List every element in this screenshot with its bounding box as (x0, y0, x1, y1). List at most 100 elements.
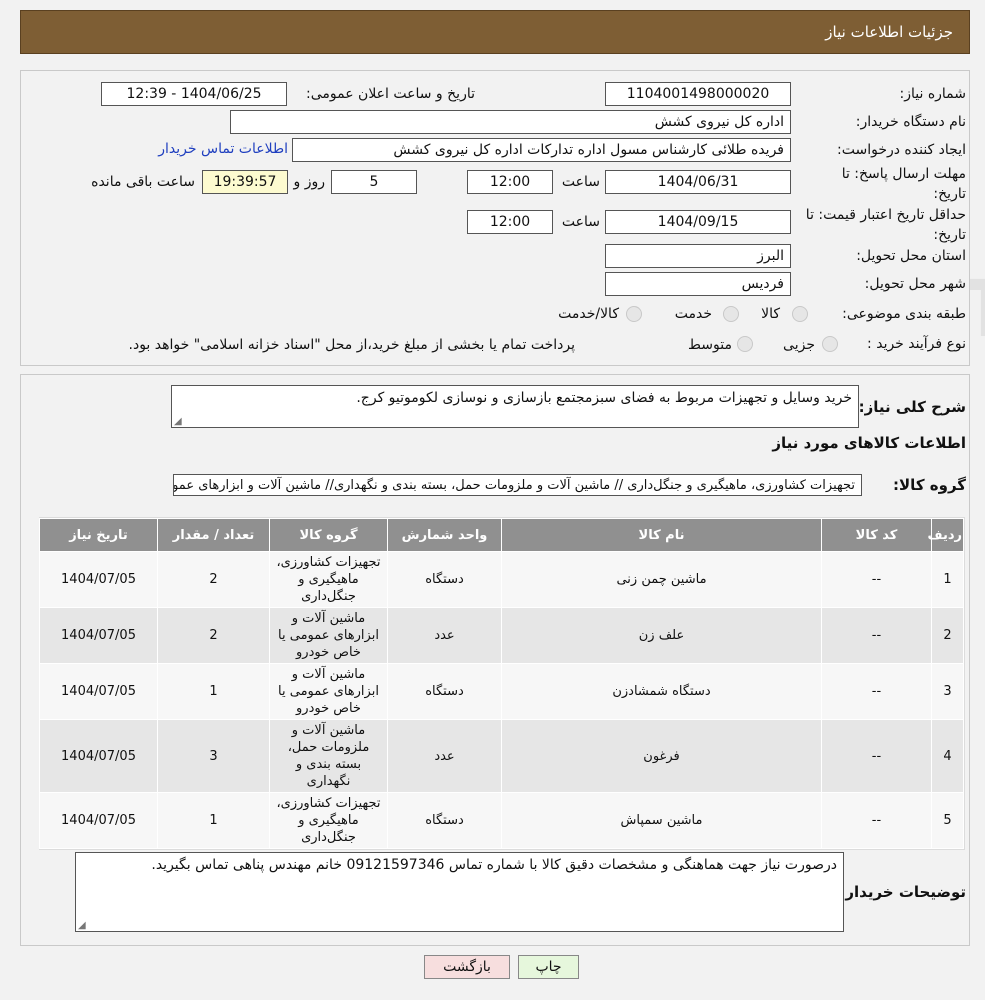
table-row: 2 -- علف زن عدد ماشین آلات و ابزارهای عم… (39, 607, 964, 664)
item-name: علف زن (501, 607, 822, 664)
delivery-city-label: شهر محل تحویل: (864, 276, 966, 292)
item-code: -- (821, 607, 932, 664)
row-number: 3 (931, 663, 964, 720)
delivery-city-field: فردیس (605, 272, 791, 296)
subject-category-label: طبقه بندی موضوعی: (842, 306, 966, 322)
col-header-unit: واحد شمارش (387, 518, 502, 552)
row-number: 2 (931, 607, 964, 664)
item-group: ماشین آلات و ابزارهای عمومی یا خاص خودرو (269, 607, 388, 664)
process-minor-label: جزیی (783, 337, 815, 353)
item-code: -- (821, 663, 932, 720)
item-qty: 3 (157, 719, 270, 793)
table-row: 4 -- فرغون عدد ماشین آلات و ملزومات حمل،… (39, 719, 964, 793)
deadline-time-label: ساعت (561, 174, 600, 190)
back-button[interactable]: بازگشت (424, 955, 510, 979)
category-goods-service-label: کالا/خدمت (558, 306, 619, 322)
price-validity-label-line-2: تاریخ: (933, 227, 966, 243)
item-date: 1404/07/05 (39, 607, 158, 664)
row-number: 1 (931, 551, 964, 608)
page-header: جزئیات اطلاعات نیاز (20, 10, 970, 54)
item-name: دستگاه شمشادزن (501, 663, 822, 720)
item-code: -- (821, 719, 932, 793)
delivery-province-field: البرز (605, 244, 791, 268)
category-goods-radio[interactable] (792, 306, 808, 322)
category-service-label: خدمت (674, 306, 712, 322)
category-service-radio[interactable] (723, 306, 739, 322)
price-validity-label: حداقل تاریخ اعتبار قیمت: تا تاریخ: (806, 205, 966, 245)
item-unit: عدد (387, 719, 502, 793)
table-row: 3 -- دستگاه شمشادزن دستگاه ماشین آلات و … (39, 663, 964, 720)
item-date: 1404/07/05 (39, 551, 158, 608)
item-date: 1404/07/05 (39, 719, 158, 793)
col-header-group: گروه کالا (269, 518, 388, 552)
item-group: تجهیزات کشاورزی، ماهیگیری و جنگل‌داری (269, 792, 388, 849)
buyer-org-field: اداره کل نیروی کشش (230, 110, 791, 134)
col-header-name: نام کالا (501, 518, 822, 552)
buyer-notes-text: درصورت نیاز جهت هماهنگی و مشخصات دقیق کا… (151, 857, 837, 873)
price-validity-date-field: 1404/09/15 (605, 210, 791, 234)
items-table-wrapper: ردیف کد کالا نام کالا واحد شمارش گروه کا… (39, 517, 965, 850)
goods-group-field: تجهیزات کشاورزی، ماهیگیری و جنگل‌داری //… (173, 474, 862, 496)
item-date: 1404/07/05 (39, 792, 158, 849)
remaining-time-field: 19:39:57 (202, 170, 288, 194)
item-unit: دستگاه (387, 663, 502, 720)
request-creator-field: فریده طلائی کارشناس مسول اداره تدارکات ا… (292, 138, 791, 162)
item-name: ماشین چمن زنی (501, 551, 822, 608)
need-description-label: شرح کلی نیاز: (858, 398, 966, 416)
item-qty: 2 (157, 551, 270, 608)
item-group: تجهیزات کشاورزی، ماهیگیری و جنگل‌داری (269, 551, 388, 608)
item-group: ماشین آلات و ابزارهای عمومی یا خاص خودرو (269, 663, 388, 720)
price-validity-time-field: 12:00 (467, 210, 553, 234)
col-header-code: کد کالا (821, 518, 932, 552)
request-creator-label: ایجاد کننده درخواست: (837, 142, 966, 158)
price-validity-time-label: ساعت (561, 214, 600, 230)
col-header-date: تاریخ نیاز (39, 518, 158, 552)
remaining-days-label: روز و (293, 174, 326, 190)
item-qty: 1 (157, 663, 270, 720)
category-goods-service-radio[interactable] (626, 306, 642, 322)
need-number-field: 1104001498000020 (605, 82, 791, 106)
item-date: 1404/07/05 (39, 663, 158, 720)
col-header-row: ردیف (927, 518, 964, 552)
items-table-header: ردیف کد کالا نام کالا واحد شمارش گروه کا… (39, 518, 964, 552)
deadline-label-line-1: مهلت ارسال پاسخ: تا (841, 166, 966, 182)
item-code: -- (821, 551, 932, 608)
row-number: 5 (931, 792, 964, 849)
need-number-label: شماره نیاز: (899, 86, 967, 102)
need-description-text: خرید وسایل و تجهیزات مربوط به فضای سبزمج… (356, 390, 852, 406)
process-minor-radio[interactable] (822, 336, 838, 352)
item-unit: دستگاه (387, 551, 502, 608)
buyer-org-label: نام دستگاه خریدار: (855, 114, 966, 130)
page-title: جزئیات اطلاعات نیاز (825, 23, 953, 41)
deadline-date-field: 1404/06/31 (605, 170, 791, 194)
purchase-process-label: نوع فرآیند خرید : (867, 336, 966, 352)
process-medium-label: متوسط (688, 337, 732, 353)
buyer-notes-label: توضیحات خریدار: (839, 883, 966, 901)
print-button[interactable]: چاپ (518, 955, 579, 979)
item-qty: 1 (157, 792, 270, 849)
resize-grip-icon[interactable]: ◢ (78, 920, 86, 931)
goods-section-title: اطلاعات کالاهای مورد نیاز (772, 434, 966, 452)
deadline-label: مهلت ارسال پاسخ: تا تاریخ: (842, 164, 966, 204)
buyer-contact-link[interactable]: اطلاعات تماس خریدار (158, 141, 288, 157)
item-name: ماشین سمپاش (501, 792, 822, 849)
deadline-label-line-2: تاریخ: (933, 186, 966, 202)
need-description-field: خرید وسایل و تجهیزات مربوط به فضای سبزمج… (171, 385, 859, 428)
row-number: 4 (931, 719, 964, 793)
deadline-time-field: 12:00 (467, 170, 553, 194)
item-name: فرغون (501, 719, 822, 793)
item-group: ماشین آلات و ملزومات حمل، بسته بندی و نگ… (269, 719, 388, 793)
item-unit: عدد (387, 607, 502, 664)
category-goods-label: کالا (761, 306, 780, 322)
item-qty: 2 (157, 607, 270, 664)
item-unit: دستگاه (387, 792, 502, 849)
col-header-qty: تعداد / مقدار (157, 518, 270, 552)
buyer-notes-field: درصورت نیاز جهت هماهنگی و مشخصات دقیق کا… (75, 852, 844, 932)
remaining-days-field: 5 (331, 170, 417, 194)
goods-group-label: گروه کالا: (893, 476, 966, 494)
table-row: 5 -- ماشین سمپاش دستگاه تجهیزات کشاورزی،… (39, 792, 964, 849)
announce-date-label: تاریخ و ساعت اعلان عمومی: (306, 86, 475, 102)
process-medium-radio[interactable] (737, 336, 753, 352)
price-validity-label-line-1: حداقل تاریخ اعتبار قیمت: تا (805, 207, 966, 223)
resize-grip-icon[interactable]: ◢ (174, 416, 182, 427)
